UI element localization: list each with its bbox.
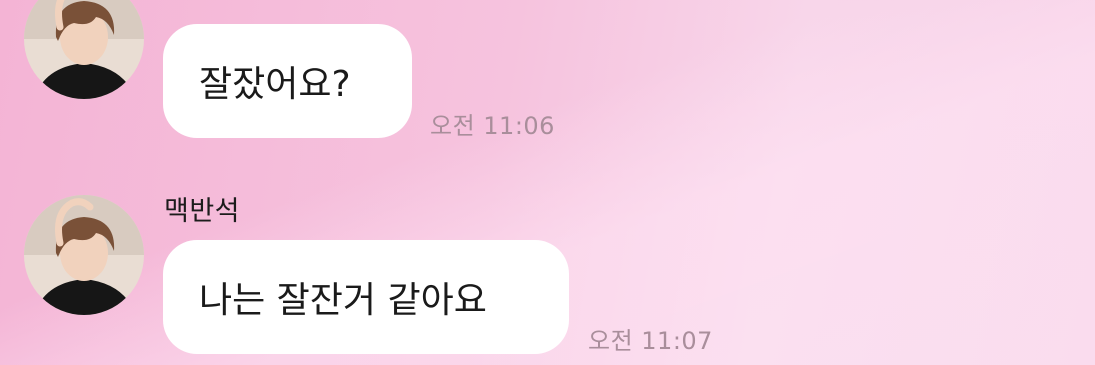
profile-photo-icon	[24, 195, 144, 315]
message-timestamp: 오전 11:06	[430, 112, 555, 140]
chat-area[interactable]: 잘잤어요? 오전 11:06 맥반석 나는 잘잔거 같아요 오전 11:07	[0, 0, 1095, 365]
profile-photo-icon	[24, 0, 144, 99]
message-text: 나는 잘잔거 같아요	[199, 280, 487, 321]
message-bubble[interactable]: 나는 잘잔거 같아요	[163, 240, 569, 354]
sender-name: 맥반석	[164, 196, 241, 227]
message-bubble[interactable]: 잘잤어요?	[163, 24, 412, 138]
message-text: 잘잤어요?	[199, 64, 351, 105]
sender-avatar[interactable]	[24, 0, 144, 99]
sender-avatar[interactable]	[24, 195, 144, 315]
message-timestamp: 오전 11:07	[588, 327, 713, 355]
